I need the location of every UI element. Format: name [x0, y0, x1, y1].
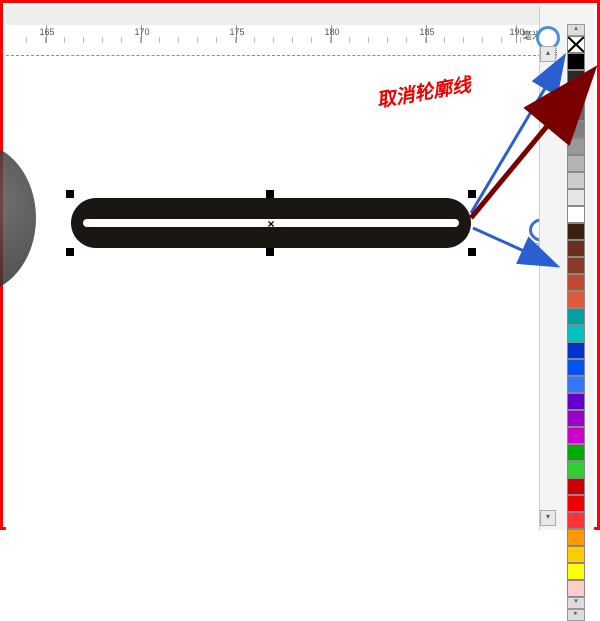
color-swatch[interactable]: [567, 172, 585, 189]
color-swatch[interactable]: [567, 70, 585, 87]
palette-menu-icon[interactable]: ▸: [567, 609, 585, 621]
color-swatch[interactable]: [567, 325, 585, 342]
selection-handle[interactable]: [468, 248, 476, 256]
color-swatch[interactable]: [567, 240, 585, 257]
palette-scroll-down-icon[interactable]: ▾: [567, 597, 585, 609]
color-swatch[interactable]: [567, 427, 585, 444]
color-swatch[interactable]: [567, 138, 585, 155]
color-swatch[interactable]: [567, 342, 585, 359]
color-swatch[interactable]: [567, 87, 585, 104]
color-swatch[interactable]: [567, 104, 585, 121]
ruler-tick-label: 165: [37, 27, 57, 37]
panel-scroll-down-icon[interactable]: ▾: [540, 510, 556, 526]
selection-handle[interactable]: [266, 190, 274, 198]
color-swatch[interactable]: [567, 189, 585, 206]
selection-handle[interactable]: [66, 248, 74, 256]
color-swatch[interactable]: [567, 291, 585, 308]
horizontal-ruler: 165 170 175 180 185 190: [6, 25, 546, 44]
panel-scroll-up-icon[interactable]: ▴: [540, 46, 556, 62]
swatch-no-fill[interactable]: [567, 36, 585, 53]
selection-handle[interactable]: [468, 190, 476, 198]
drawing-canvas[interactable]: × ◦ 取消轮廓线: [6, 43, 546, 530]
color-swatch[interactable]: [567, 546, 585, 563]
color-swatch[interactable]: [567, 444, 585, 461]
selection-center-mark[interactable]: ×: [266, 219, 276, 229]
color-swatch[interactable]: [567, 121, 585, 138]
ruler-tick-label: 185: [417, 27, 437, 37]
ruler-tick-label: 170: [132, 27, 152, 37]
color-swatch[interactable]: [567, 155, 585, 172]
color-swatch[interactable]: [567, 393, 585, 410]
color-swatch[interactable]: [567, 274, 585, 291]
color-swatch[interactable]: [567, 410, 585, 427]
selection-handle[interactable]: [266, 248, 274, 256]
color-palette: ▴ ▾ ▸: [561, 24, 591, 527]
color-swatch[interactable]: [567, 478, 585, 495]
color-swatch[interactable]: [567, 461, 585, 478]
right-panel: 透 ▴ ▴ ▾ ▸ ▾: [539, 6, 594, 530]
ruler-tick-label: 180: [322, 27, 342, 37]
color-swatch[interactable]: [567, 223, 585, 240]
color-swatch[interactable]: [567, 563, 585, 580]
ruler-tick-label: 175: [227, 27, 247, 37]
guide-line[interactable]: [6, 55, 546, 56]
color-swatch[interactable]: [567, 308, 585, 325]
color-swatch[interactable]: [567, 376, 585, 393]
color-swatch[interactable]: [567, 257, 585, 274]
annotation-text: 取消轮廓线: [374, 70, 472, 113]
color-swatch[interactable]: [567, 495, 585, 512]
ellipse-object-partial[interactable]: [0, 143, 36, 293]
palette-scroll-up-icon[interactable]: ▴: [567, 24, 585, 36]
color-swatch[interactable]: [567, 206, 585, 223]
color-swatch[interactable]: [567, 53, 585, 70]
color-swatch[interactable]: [567, 580, 585, 597]
color-swatch[interactable]: [567, 529, 585, 546]
selection-origin-mark: ◦: [90, 197, 100, 207]
color-swatch[interactable]: [567, 359, 585, 376]
page-indicator-icon[interactable]: ▭: [525, 243, 539, 259]
selection-handle[interactable]: [66, 190, 74, 198]
color-swatch[interactable]: [567, 512, 585, 529]
